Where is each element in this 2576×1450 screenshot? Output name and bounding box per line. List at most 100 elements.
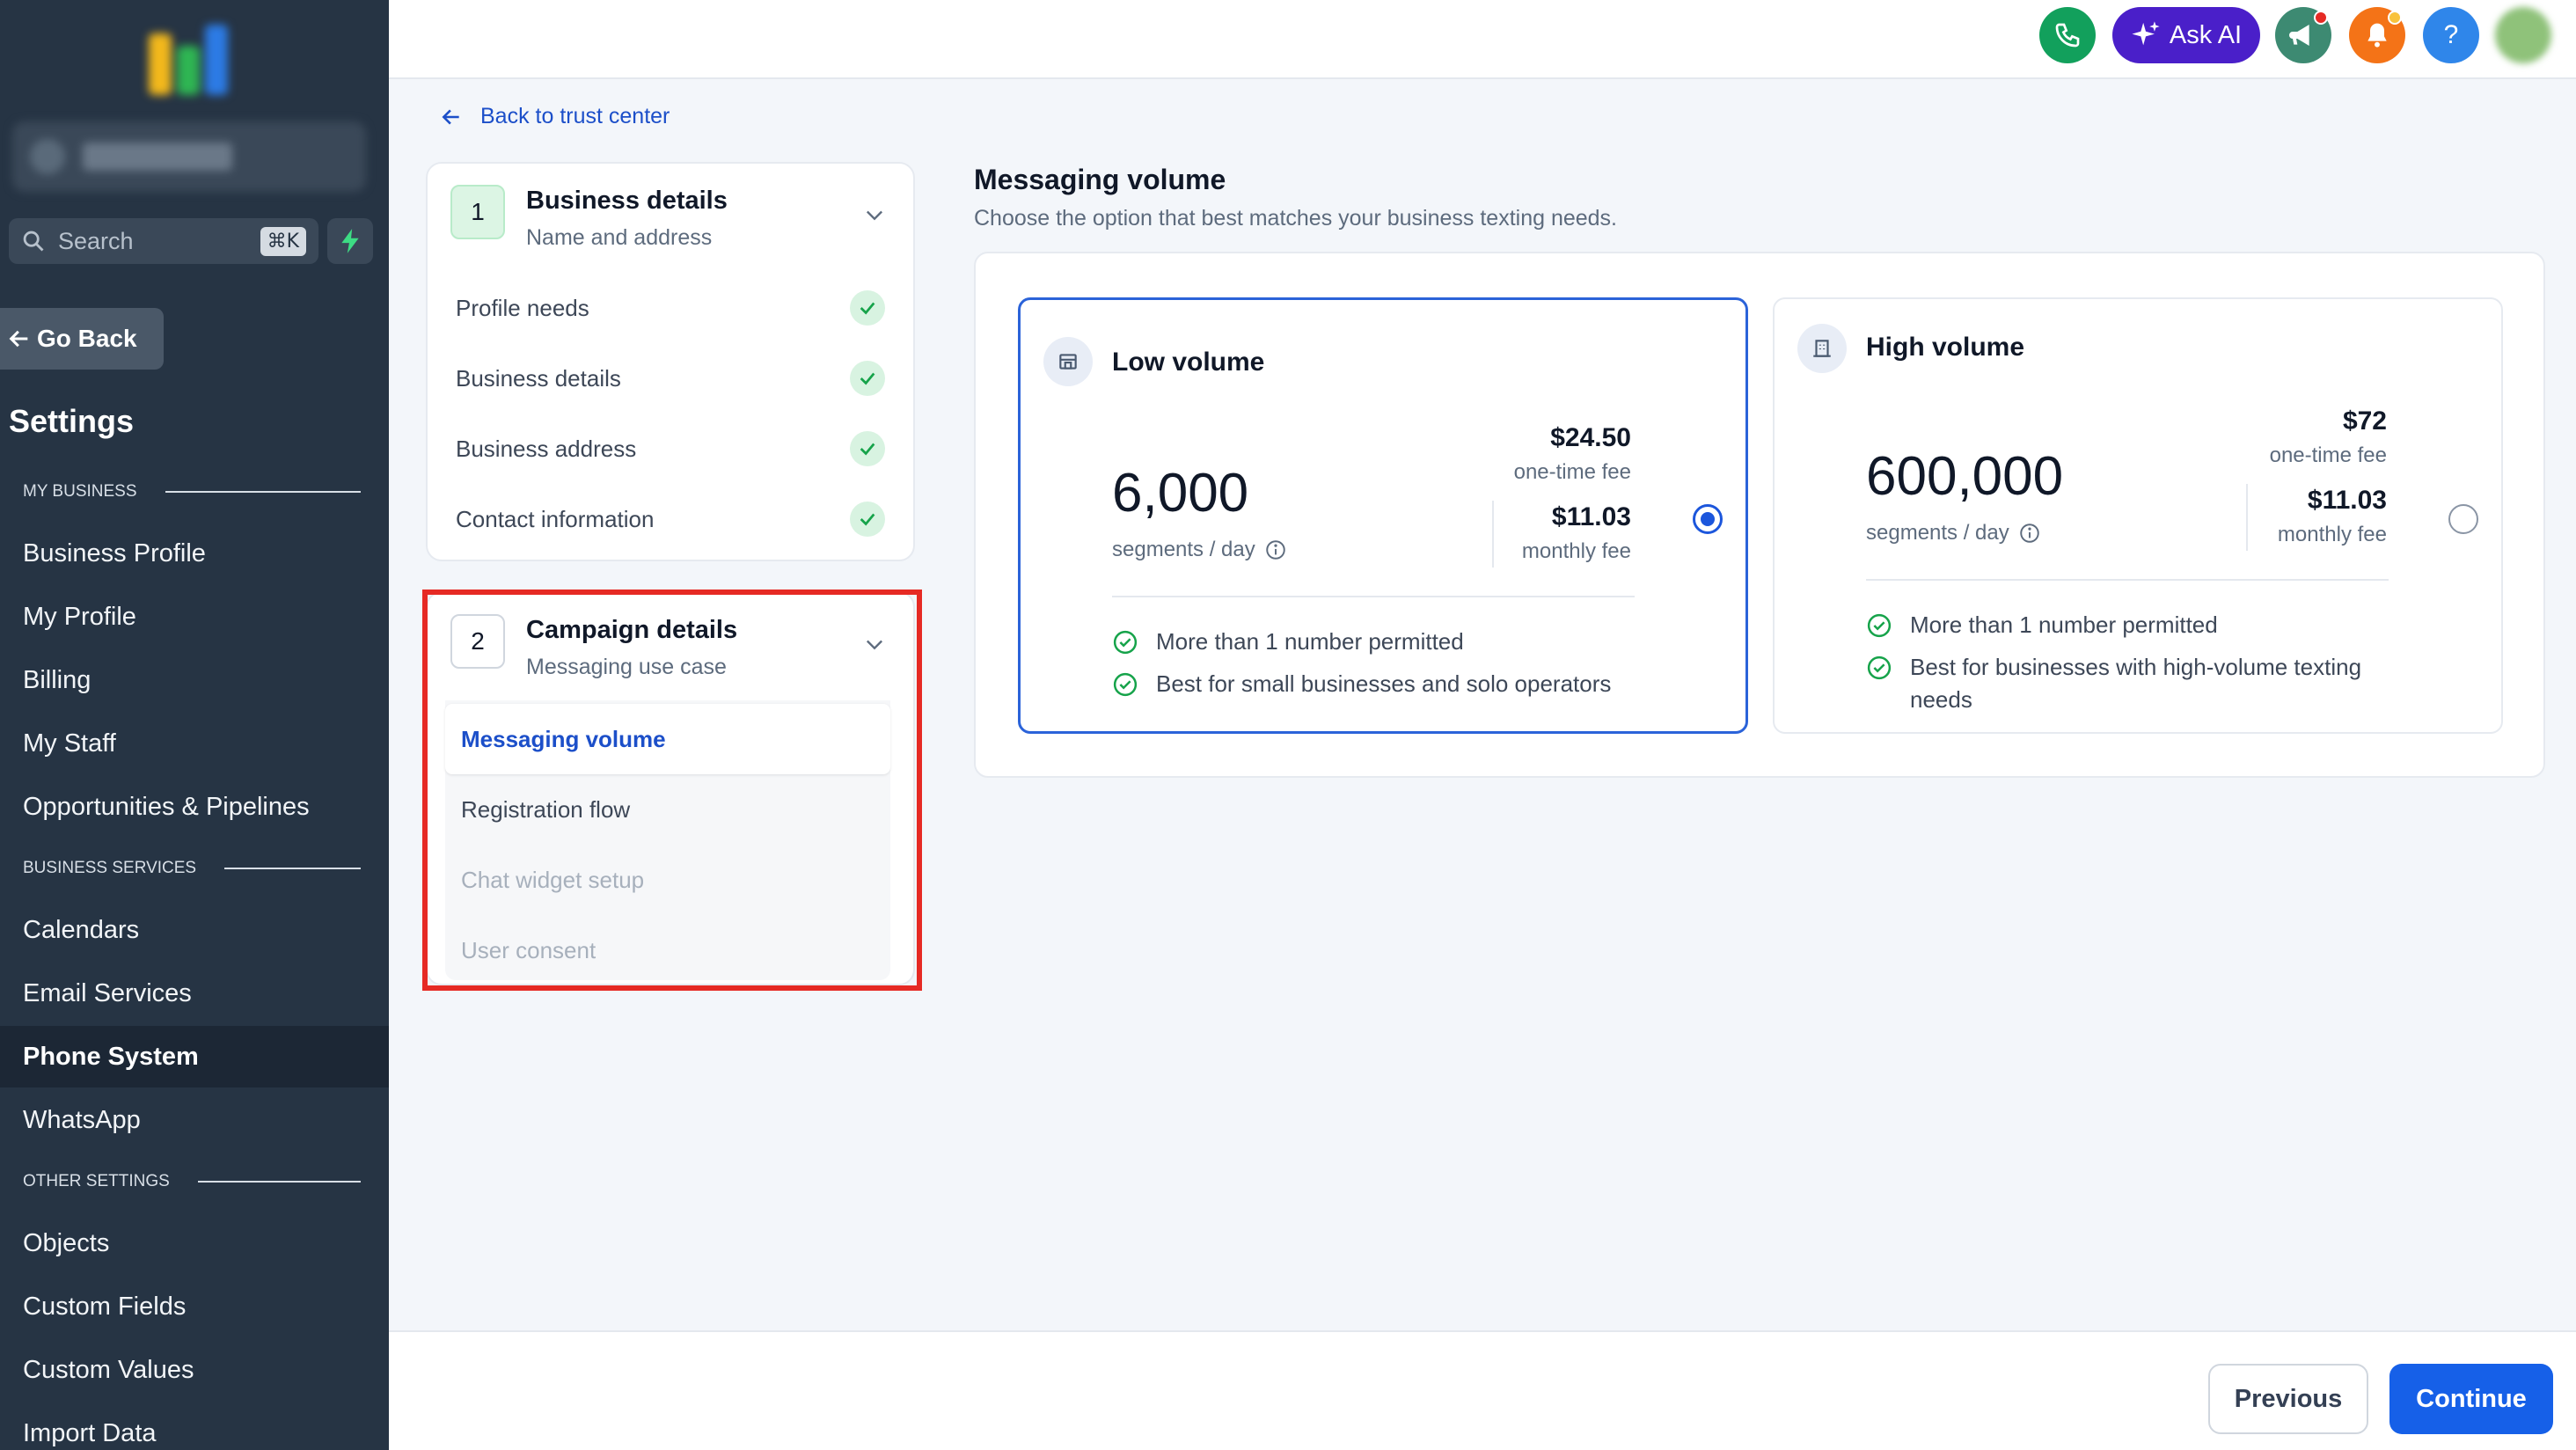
substep-messaging-volume[interactable]: Messaging volume — [445, 704, 890, 774]
previous-button[interactable]: Previous — [2208, 1364, 2368, 1434]
step-title: Business details — [526, 187, 728, 215]
nav-email-services[interactable]: Email Services — [0, 963, 389, 1024]
nav-custom-values[interactable]: Custom Values — [0, 1339, 389, 1401]
feature-text: More than 1 number permitted — [1910, 611, 2218, 638]
megaphone-icon — [2289, 25, 2309, 46]
section-other-settings: OTHER SETTINGS — [23, 1172, 361, 1191]
one-time-price: $72 — [2342, 406, 2387, 436]
substep-label: Profile needs — [456, 294, 589, 321]
step-number: 2 — [450, 614, 505, 669]
option-title: High volume — [1866, 333, 2025, 362]
substep-label: Business address — [456, 435, 637, 462]
substep-business-address[interactable]: Business address — [428, 414, 913, 484]
search-icon — [23, 231, 44, 252]
nav-business-profile[interactable]: Business Profile — [0, 523, 389, 584]
check-circle-icon — [1867, 613, 1892, 638]
lightning-icon — [341, 229, 359, 253]
price-divider — [1492, 501, 1494, 568]
quick-actions-button[interactable] — [327, 218, 373, 264]
notifications-badge — [2388, 11, 2402, 25]
sparkle-icon — [2132, 21, 2160, 46]
check-circle-icon — [850, 361, 885, 396]
go-back-button[interactable]: Go Back — [0, 308, 164, 370]
segments-count: 6,000 — [1112, 463, 1249, 524]
radio-selected[interactable] — [1693, 504, 1723, 534]
help-icon: ? — [2443, 20, 2459, 49]
phone-button[interactable] — [2039, 7, 2096, 63]
substep-label: Business details — [456, 364, 621, 392]
nav-opportunities-pipelines[interactable]: Opportunities & Pipelines — [0, 776, 389, 838]
feature-item: Best for small businesses and solo opera… — [1112, 668, 1684, 700]
feature-text: Best for small businesses and solo opera… — [1156, 670, 1612, 697]
section-label: MY BUSINESS — [23, 482, 137, 501]
nav-billing[interactable]: Billing — [0, 649, 389, 711]
building-icon — [1797, 324, 1847, 373]
nav-custom-fields[interactable]: Custom Fields — [0, 1276, 389, 1337]
check-circle-icon — [1113, 672, 1138, 697]
nav-my-staff[interactable]: My Staff — [0, 713, 389, 774]
continue-button[interactable]: Continue — [2389, 1364, 2553, 1434]
notifications-button[interactable] — [2349, 7, 2405, 63]
one-time-label: one-time fee — [1513, 460, 1631, 484]
segments-label: segments / day — [1112, 538, 1255, 561]
feature-item: More than 1 number permitted — [1112, 626, 1684, 658]
nav-my-profile[interactable]: My Profile — [0, 586, 389, 648]
announcements-badge — [2314, 11, 2328, 25]
segments-label-row: segments / day — [1866, 521, 2041, 546]
option-high-volume[interactable]: High volume 600,000 segments / day $72 o… — [1773, 297, 2503, 734]
campaign-substeps: Messaging volume Registration flow Chat … — [445, 700, 890, 980]
option-low-volume[interactable]: Low volume 6,000 segments / day $24.50 o… — [1018, 297, 1748, 734]
ask-ai-label: Ask AI — [2169, 20, 2243, 49]
info-icon[interactable] — [1264, 538, 1287, 561]
nav-import-data[interactable]: Import Data — [0, 1402, 389, 1450]
section-label: BUSINESS SERVICES — [23, 859, 197, 877]
monthly-price: $11.03 — [1551, 502, 1631, 531]
search-shortcut: ⌘K — [260, 226, 306, 256]
settings-title: Settings — [9, 403, 135, 439]
feature-text: More than 1 number permitted — [1156, 628, 1464, 655]
sidebar: Search ⌘K Go Back Settings MY BUSINESS B… — [0, 0, 389, 1450]
substep-user-consent: User consent — [461, 936, 596, 963]
step-title: Campaign details — [526, 616, 738, 644]
section-business-services: BUSINESS SERVICES — [23, 859, 361, 878]
nav-whatsapp[interactable]: WhatsApp — [0, 1089, 389, 1151]
section-divider — [197, 1181, 361, 1183]
step-subtitle: Messaging use case — [526, 655, 727, 679]
user-avatar[interactable] — [2495, 7, 2551, 63]
radio-unselected[interactable] — [2448, 504, 2478, 534]
search-placeholder: Search — [58, 227, 134, 254]
nav-objects[interactable]: Objects — [0, 1212, 389, 1274]
store-icon — [1043, 337, 1093, 386]
info-icon[interactable] — [2018, 522, 2041, 545]
account-switcher[interactable] — [12, 121, 366, 192]
step-1-header[interactable]: 1 Business details Name and address — [428, 164, 913, 267]
nav-calendars[interactable]: Calendars — [0, 899, 389, 961]
chevron-down-icon — [867, 210, 882, 221]
substep-profile-needs[interactable]: Profile needs — [428, 273, 913, 343]
option-title: Low volume — [1112, 348, 1265, 377]
ask-ai-button[interactable]: Ask AI — [2112, 7, 2260, 63]
segments-label: segments / day — [1866, 521, 2009, 545]
back-to-trust-center-link[interactable]: Back to trust center — [440, 104, 670, 129]
one-time-label: one-time fee — [2269, 443, 2387, 467]
announcements-button[interactable] — [2275, 7, 2331, 63]
substep-registration-flow[interactable]: Registration flow — [445, 774, 890, 845]
one-time-price: $24.50 — [1550, 423, 1631, 452]
section-divider — [224, 868, 361, 869]
arrow-left-icon — [442, 108, 459, 125]
phone-icon — [2055, 23, 2080, 48]
features-divider — [1112, 596, 1635, 597]
substep-contact-information[interactable]: Contact information — [428, 484, 913, 554]
features-divider — [1866, 579, 2389, 581]
check-circle-icon — [850, 431, 885, 466]
section-my-business: MY BUSINESS — [23, 482, 361, 502]
step-2-header[interactable]: 2 Campaign details Messaging use case — [428, 593, 913, 697]
search-box[interactable]: Search ⌘K — [9, 218, 318, 264]
nav-phone-system[interactable]: Phone System — [0, 1026, 389, 1088]
substep-business-details[interactable]: Business details — [428, 343, 913, 414]
help-button[interactable]: ? — [2423, 7, 2479, 63]
monthly-label: monthly fee — [1521, 539, 1631, 563]
check-circle-icon — [850, 290, 885, 326]
substep-label: Contact information — [456, 505, 655, 532]
go-back-label: Go Back — [37, 325, 137, 352]
